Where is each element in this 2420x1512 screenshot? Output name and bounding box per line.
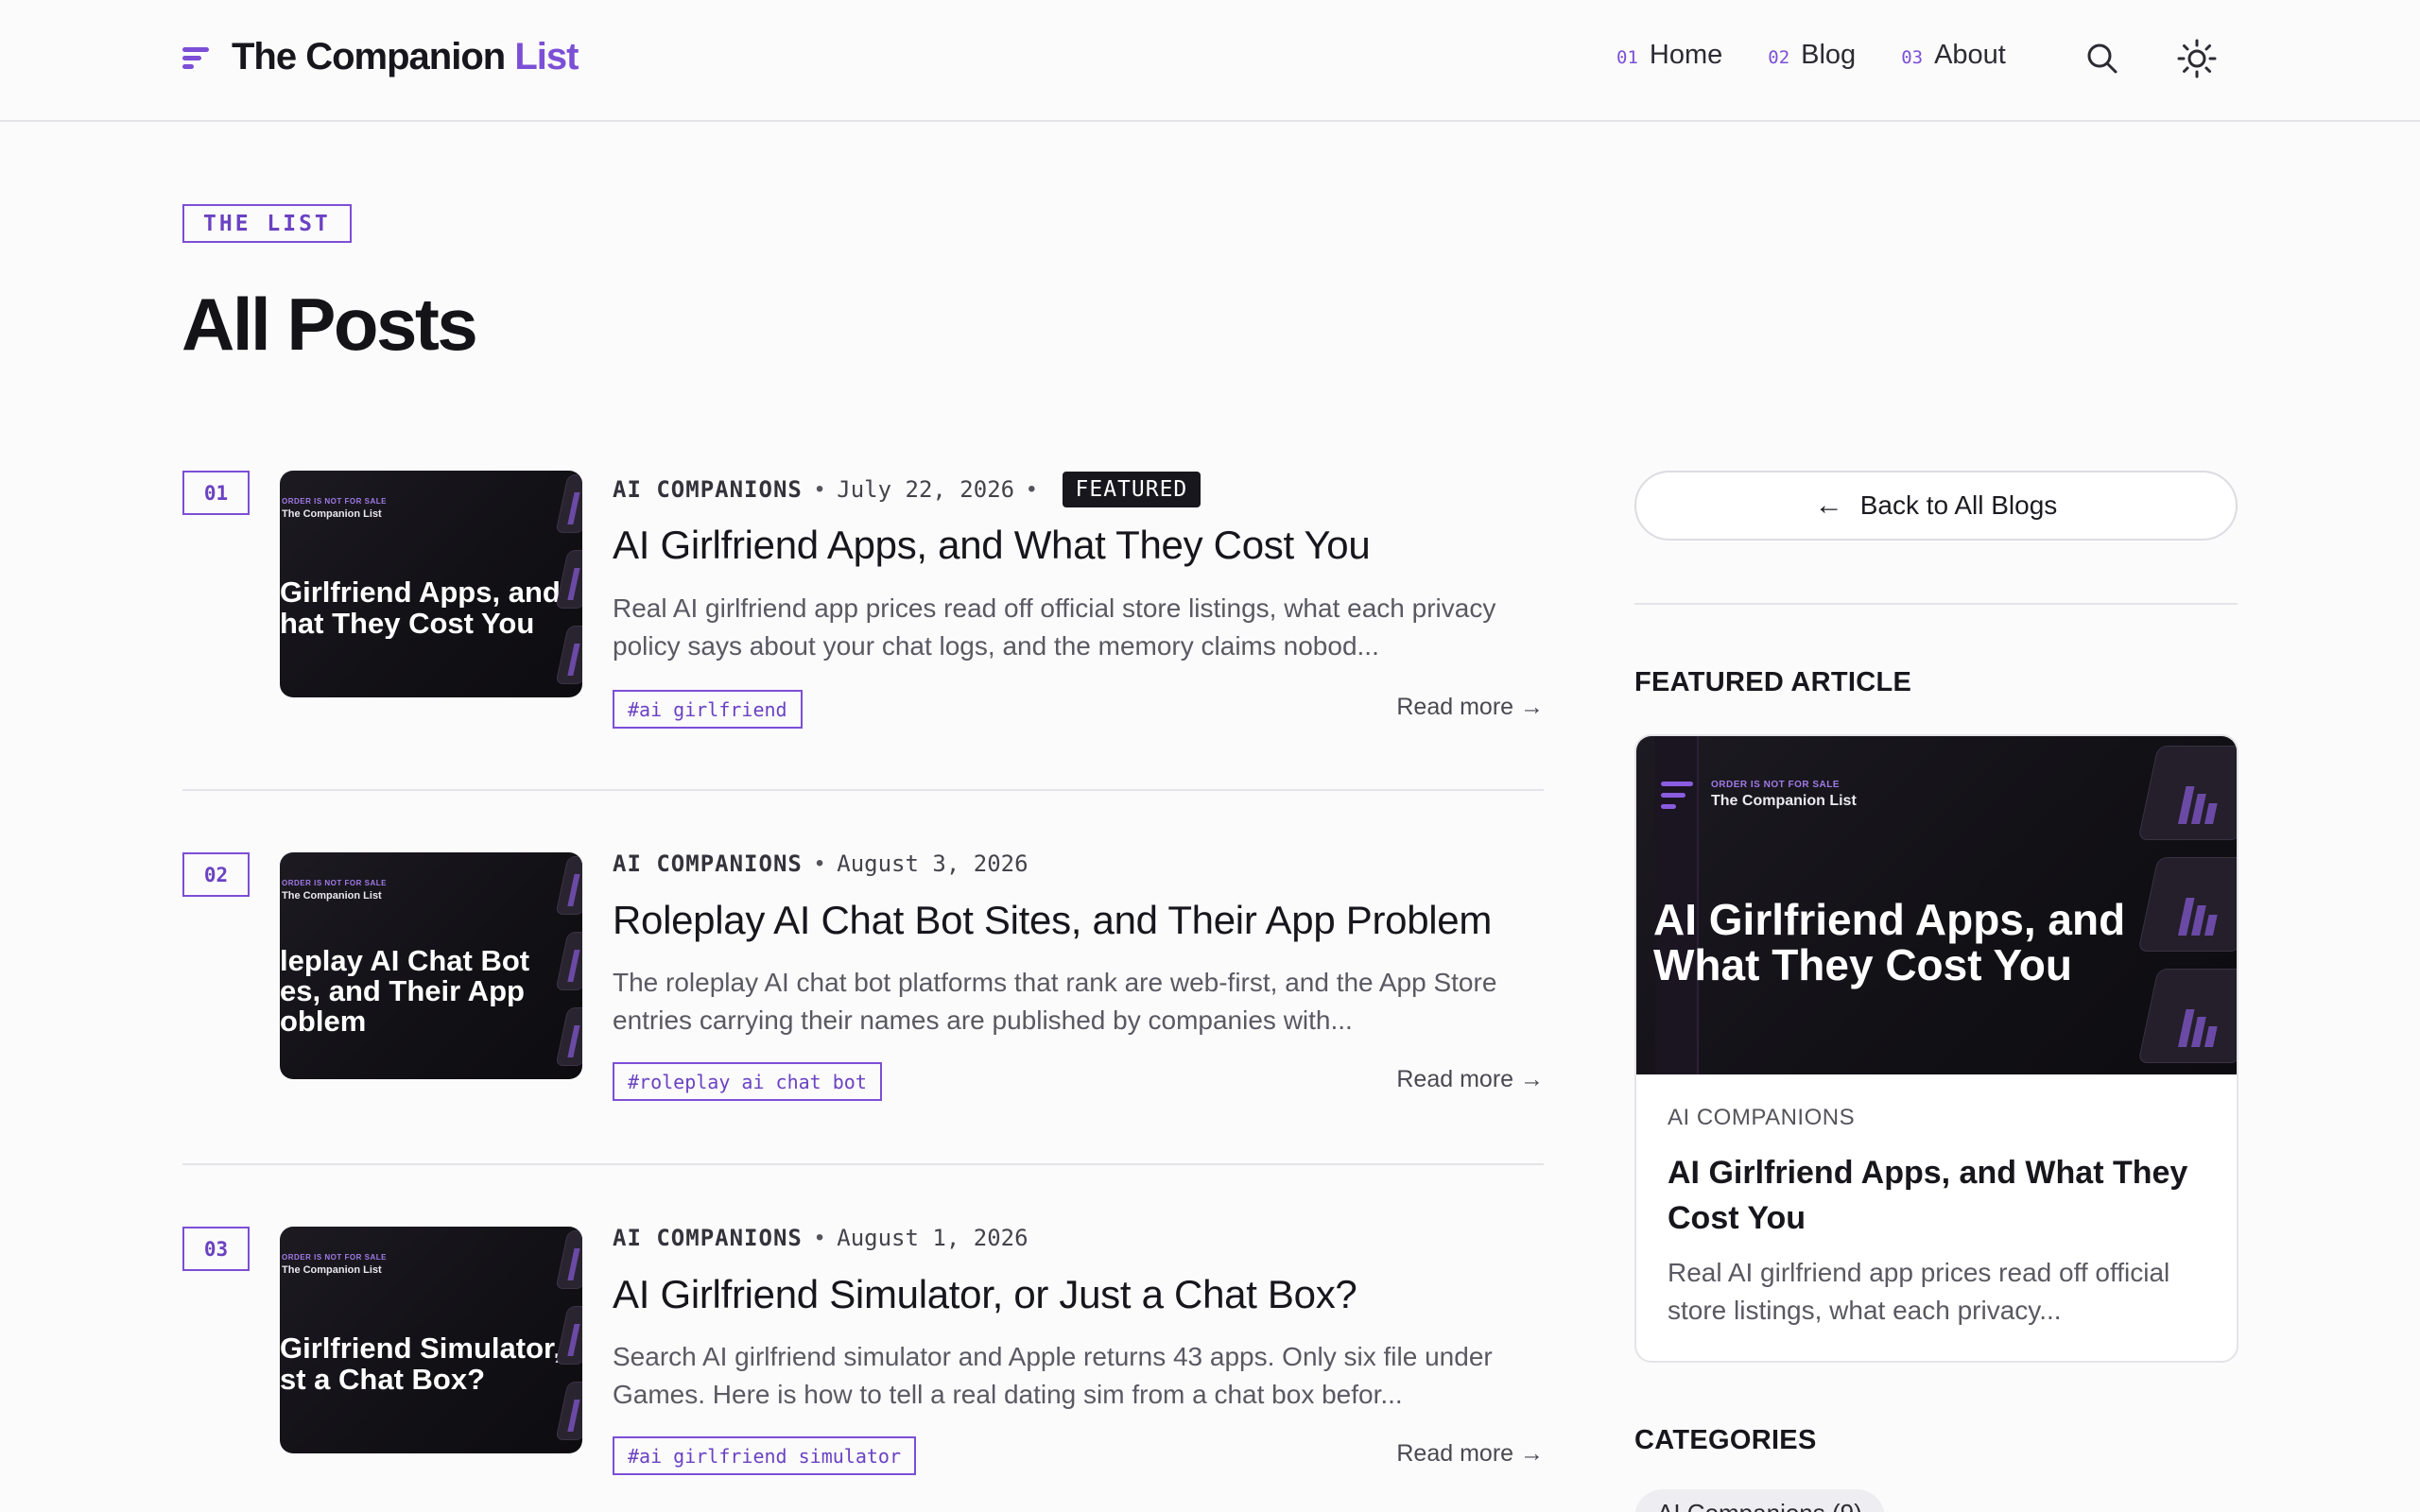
featured-article-heading: FEATURED ARTICLE	[1634, 667, 1912, 697]
thumbnail-headline-line: Girlfriend Apps, and	[280, 576, 561, 608]
featured-article-excerpt: Real AI girlfriend app prices read off o…	[1668, 1258, 2170, 1325]
post-tag[interactable]: #ai girlfriend simulator	[613, 1436, 916, 1475]
sidebar-divider	[1634, 603, 2238, 605]
featured-article-image: ORDER IS NOT FOR SALE The Companion List…	[1636, 736, 2237, 1074]
post-meta: AI COMPANIONS • August 1, 2026	[613, 1219, 1028, 1257]
main-nav: 01 Home 02 Blog 03 About	[1616, 40, 2051, 71]
thumbnail-headline-line: oblem	[280, 1005, 367, 1037]
post-date: August 3, 2026	[837, 850, 1028, 877]
post-title[interactable]: Roleplay AI Chat Bot Sites, and Their Ap…	[613, 898, 1492, 943]
post-excerpt: Real AI girlfriend app prices read off o…	[613, 593, 1496, 661]
post-title[interactable]: AI Girlfriend Apps, and What They Cost Y…	[613, 523, 1371, 568]
nav-home[interactable]: 01 Home	[1616, 40, 1722, 71]
post-item: 01 ORDER IS NOT FOR SALE The Companion L…	[182, 471, 1544, 729]
thumbnail-tagline: ORDER IS NOT FOR SALE	[282, 1253, 387, 1262]
thumbnail-headline-line: Girlfriend Simulator,	[280, 1332, 562, 1364]
image-headline: AI Girlfriend Apps, and What They Cost Y…	[1653, 897, 2125, 988]
thumbnail-tagline: ORDER IS NOT FOR SALE	[282, 879, 387, 887]
image-headline-line: AI Girlfriend Apps, and	[1653, 895, 2126, 944]
category-pill[interactable]: AI Companions (9)	[1634, 1489, 1885, 1512]
read-more-link[interactable]: Read more →	[1396, 694, 1544, 721]
post-meta: AI COMPANIONS • July 22, 2026 • FEATURED	[613, 471, 1201, 508]
featured-badge: FEATURED	[1062, 472, 1201, 507]
post-number: 01	[182, 471, 250, 515]
post-excerpt: The roleplay AI chat bot platforms that …	[613, 968, 1497, 1035]
post-title[interactable]: AI Girlfriend Simulator, or Just a Chat …	[613, 1272, 1357, 1317]
nav-about-number: 03	[1901, 47, 1924, 68]
page-eyebrow: THE LIST	[182, 204, 352, 243]
image-headline-line: What They Cost You	[1653, 940, 2072, 989]
post-item: 02 ORDER IS NOT FOR SALE The Companion L…	[182, 850, 1544, 1101]
sun-icon	[2177, 39, 2217, 78]
meta-separator: •	[815, 1225, 824, 1250]
categories-heading: CATEGORIES	[1634, 1425, 1817, 1455]
thumbnail-brand: The Companion List	[282, 890, 382, 902]
post-category[interactable]: AI COMPANIONS	[613, 476, 803, 503]
nav-blog-number: 02	[1768, 47, 1790, 68]
meta-separator: •	[815, 850, 824, 876]
menu-lines-icon	[182, 44, 209, 71]
theme-toggle-button[interactable]	[2176, 38, 2218, 79]
read-more-link[interactable]: Read more →	[1396, 1440, 1544, 1468]
post-divider	[182, 789, 1544, 791]
post-thumbnail[interactable]: ORDER IS NOT FOR SALE The Companion List…	[280, 1227, 582, 1453]
nav-about[interactable]: 03 About	[1901, 40, 2006, 71]
thumbnail-headline-line: es, and Their App	[280, 975, 525, 1006]
post-meta: AI COMPANIONS • August 3, 2026	[613, 845, 1028, 883]
post-excerpt: Search AI girlfriend simulator and Apple…	[613, 1342, 1493, 1409]
post-category[interactable]: AI COMPANIONS	[613, 1225, 803, 1251]
read-more-link[interactable]: Read more →	[1396, 1066, 1544, 1093]
post-date: July 22, 2026	[837, 476, 1015, 503]
page-title: All Posts	[182, 283, 478, 366]
post-date: August 1, 2026	[837, 1225, 1028, 1251]
nav-home-number: 01	[1616, 47, 1638, 68]
thumbnail-headline-line: hat They Cost You	[280, 608, 535, 639]
thumbnail-headline-line: leplay AI Chat Bot	[280, 945, 530, 976]
site-header: The Companion List 01 Home 02 Blog 03 Ab…	[0, 0, 2420, 122]
nav-home-label: Home	[1649, 40, 1723, 70]
brand-name: The Companion List	[232, 36, 579, 77]
back-button-label: Back to All Blogs	[1859, 490, 2058, 520]
site-brand[interactable]: The Companion List	[182, 36, 579, 78]
post-number: 03	[182, 1227, 250, 1271]
featured-article-category: AI COMPANIONS	[1668, 1105, 1856, 1130]
search-icon	[2087, 43, 2118, 74]
thumbnail-headline-line: st a Chat Box?	[280, 1364, 486, 1395]
post-item: 03 ORDER IS NOT FOR SALE The Companion L…	[182, 1225, 1544, 1475]
search-button[interactable]	[2082, 38, 2123, 79]
post-divider	[182, 1163, 1544, 1165]
post-category[interactable]: AI COMPANIONS	[613, 850, 803, 877]
back-to-blogs-button[interactable]: ← Back to All Blogs	[1634, 471, 2238, 541]
image-brand: The Companion List	[1711, 793, 1857, 809]
thumbnail-tagline: ORDER IS NOT FOR SALE	[282, 497, 387, 506]
nav-about-label: About	[1934, 40, 2006, 70]
post-number: 02	[182, 852, 250, 897]
featured-article-title: AI Girlfriend Apps, and What They Cost Y…	[1668, 1155, 2188, 1236]
post-tag[interactable]: #roleplay ai chat bot	[613, 1062, 882, 1101]
meta-separator: •	[815, 476, 824, 502]
nav-blog-label: Blog	[1801, 40, 1857, 70]
thumbnail-brand: The Companion List	[282, 508, 382, 520]
thumbnail-brand: The Companion List	[282, 1264, 382, 1276]
meta-separator: •	[1028, 476, 1036, 502]
featured-article-card[interactable]: ORDER IS NOT FOR SALE The Companion List…	[1634, 734, 2238, 1363]
nav-blog[interactable]: 02 Blog	[1768, 40, 1856, 71]
arrow-left-icon: ←	[1814, 490, 1843, 521]
image-tagline: ORDER IS NOT FOR SALE	[1711, 780, 1841, 790]
post-thumbnail[interactable]: ORDER IS NOT FOR SALE The Companion List…	[280, 471, 582, 697]
post-thumbnail[interactable]: ORDER IS NOT FOR SALE The Companion List…	[280, 852, 582, 1079]
post-tag[interactable]: #ai girlfriend	[613, 690, 803, 729]
